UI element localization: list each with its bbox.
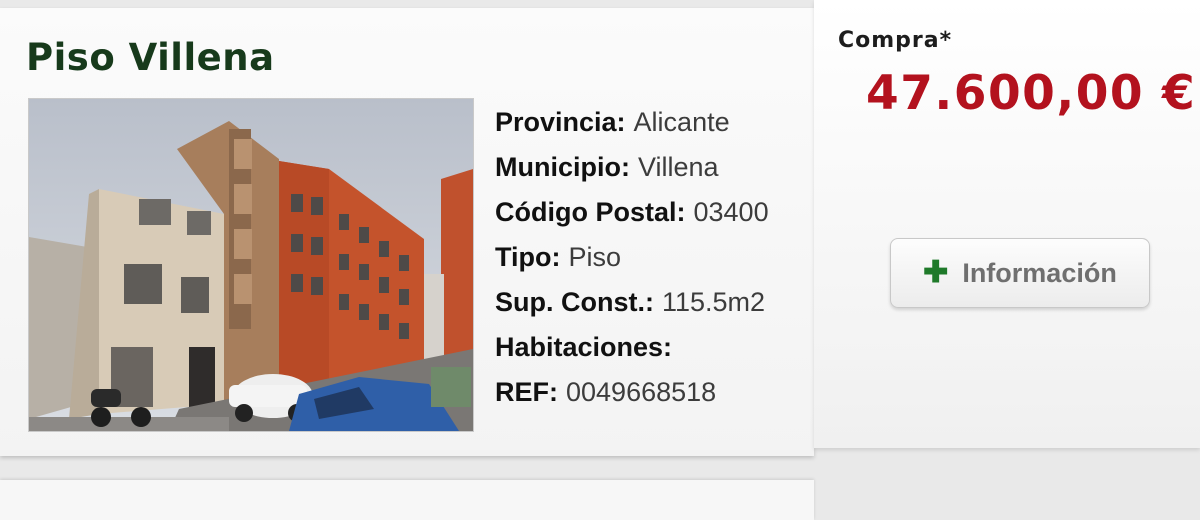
detail-label: Código Postal: — [495, 197, 686, 227]
detail-provincia: Provincia: Alicante — [495, 100, 769, 145]
detail-superficie: Sup. Const.: 115.5m2 — [495, 280, 769, 325]
detail-value: Alicante — [633, 107, 730, 137]
detail-value: Piso — [568, 242, 622, 272]
info-button[interactable]: ✚ Información — [890, 238, 1150, 308]
detail-value: 03400 — [693, 197, 769, 227]
detail-codigo-postal: Código Postal: 03400 — [495, 190, 769, 235]
detail-label: Provincia: — [495, 107, 626, 137]
detail-value: 0049668518 — [566, 377, 717, 407]
price: 47.600,00 € — [866, 66, 1197, 121]
detail-label: Tipo: — [495, 242, 561, 272]
detail-ref: REF: 0049668518 — [495, 370, 769, 415]
detail-habitaciones: Habitaciones: — [495, 325, 769, 370]
plus-icon: ✚ — [923, 255, 949, 289]
detail-label: REF: — [495, 377, 558, 407]
property-photo[interactable] — [28, 98, 474, 432]
next-property-card — [0, 480, 814, 520]
detail-tipo: Tipo: Piso — [495, 235, 769, 280]
detail-municipio: Municipio: Villena — [495, 145, 769, 190]
detail-label: Sup. Const.: — [495, 287, 654, 317]
detail-label: Habitaciones: — [495, 332, 673, 362]
info-button-label: Información — [962, 257, 1117, 288]
detail-value: 115.5m2 — [661, 287, 766, 317]
property-details: Provincia: Alicante Municipio: Villena Cód… — [495, 100, 769, 415]
detail-label: Municipio: — [495, 152, 630, 182]
buy-label: Compra* — [838, 28, 953, 53]
detail-value: Villena — [637, 152, 719, 182]
property-title[interactable]: Piso Villena — [26, 36, 275, 79]
